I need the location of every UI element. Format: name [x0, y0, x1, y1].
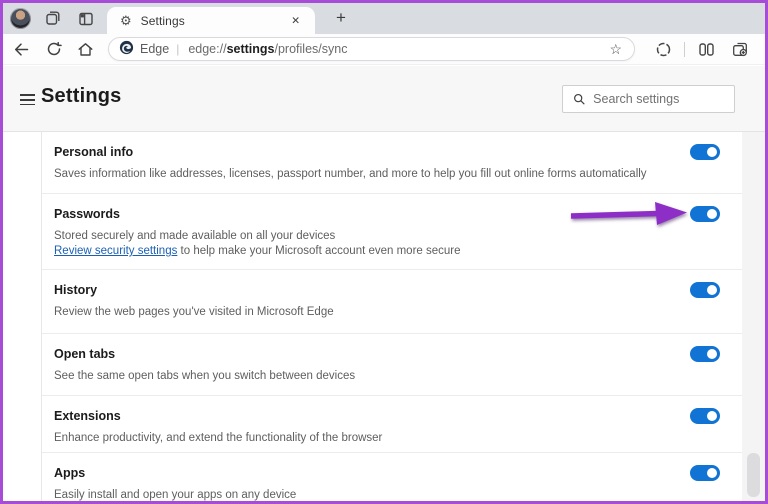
- search-input[interactable]: [593, 92, 726, 106]
- setting-row-extensions: Extensions Enhance productivity, and ext…: [42, 396, 742, 453]
- setting-description: Easily install and open your apps on any…: [54, 489, 297, 501]
- back-icon[interactable]: [8, 36, 35, 62]
- edge-label: Edge: [140, 42, 170, 56]
- home-icon[interactable]: [72, 36, 99, 62]
- setting-row-personal-info: Personal info Saves information like add…: [42, 132, 742, 194]
- tab-close-icon[interactable]: ✕: [286, 12, 305, 30]
- navigation-toolbar: Edge | edge://settings/profiles/sync ☆: [3, 34, 765, 65]
- url-text: edge://settings/profiles/sync: [188, 42, 348, 56]
- tab-actions-menu-icon[interactable]: [73, 6, 99, 32]
- settings-search-box[interactable]: [562, 85, 735, 113]
- setting-title: Personal info: [54, 145, 134, 159]
- search-icon: [574, 93, 585, 105]
- setting-title: History: [54, 283, 98, 297]
- tab-strip: ⚙ Settings ✕ +: [3, 3, 765, 34]
- setting-row-history: History Review the web pages you've visi…: [42, 270, 742, 334]
- toggle-passwords[interactable]: [690, 206, 720, 222]
- setting-title: Passwords: [54, 207, 121, 221]
- tab-settings[interactable]: ⚙ Settings ✕: [107, 7, 315, 34]
- setting-description: Saves information like addresses, licens…: [54, 168, 647, 180]
- split-screen-icon[interactable]: [692, 36, 720, 62]
- setting-row-open-tabs: Open tabs See the same open tabs when yo…: [42, 334, 742, 396]
- setting-row-passwords: Passwords Stored securely and made avail…: [42, 194, 742, 270]
- scrollbar-thumb[interactable]: [747, 453, 760, 497]
- review-security-settings-link[interactable]: Review security settings: [54, 245, 177, 257]
- browser-essentials-icon[interactable]: [649, 36, 677, 62]
- setting-title: Apps: [54, 466, 86, 480]
- profile-avatar[interactable]: [10, 8, 31, 29]
- address-bar[interactable]: Edge | edge://settings/profiles/sync ☆: [108, 37, 635, 61]
- toolbar-divider: [684, 41, 685, 57]
- url-divider: |: [176, 42, 180, 56]
- setting-title: Open tabs: [54, 347, 116, 361]
- edge-logo-icon: [119, 40, 134, 58]
- browser-window: ⚙ Settings ✕ + Edge | edge://settings/pr…: [0, 0, 768, 504]
- toggle-extensions[interactable]: [690, 408, 720, 424]
- page-title: Settings: [41, 85, 122, 107]
- toggle-personal-info[interactable]: [690, 144, 720, 160]
- tab-title: Settings: [140, 13, 185, 28]
- settings-page-header: Settings: [3, 66, 765, 131]
- toggle-apps[interactable]: [690, 465, 720, 481]
- toggle-history[interactable]: [690, 282, 720, 298]
- gear-favicon-icon: ⚙: [120, 13, 132, 28]
- toolbar-right-icons: [649, 36, 754, 62]
- workspaces-icon[interactable]: [39, 6, 65, 32]
- new-tab-button[interactable]: +: [327, 7, 355, 31]
- setting-description: Stored securely and made available on al…: [54, 230, 461, 257]
- setting-description: See the same open tabs when you switch b…: [54, 370, 356, 382]
- collections-icon[interactable]: [726, 36, 754, 62]
- setting-description: Review the web pages you've visited in M…: [54, 306, 334, 318]
- setting-row-apps: Apps Easily install and open your apps o…: [42, 453, 742, 501]
- sync-settings-panel: Personal info Saves information like add…: [3, 131, 765, 501]
- menu-hamburger-icon[interactable]: [20, 94, 35, 109]
- refresh-icon[interactable]: [40, 36, 67, 62]
- toggle-open-tabs[interactable]: [690, 346, 720, 362]
- favorites-star-icon[interactable]: ☆: [605, 40, 626, 59]
- setting-title: Extensions: [54, 409, 121, 423]
- setting-description: Enhance productivity, and extend the fun…: [54, 432, 383, 444]
- scrollbar-track[interactable]: [742, 132, 765, 501]
